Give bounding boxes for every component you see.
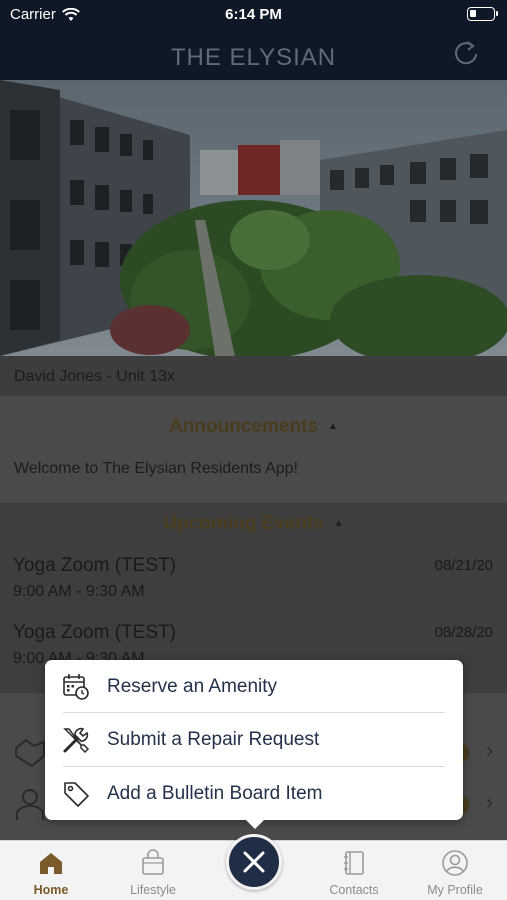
tab-lifestyle[interactable]: Lifestyle xyxy=(103,849,203,899)
collapse-caret-icon: ▲ xyxy=(333,518,344,530)
tab-label: Home xyxy=(33,883,69,897)
profile-icon xyxy=(442,850,468,876)
resident-unit-label: David Jones - Unit 13x xyxy=(0,356,507,396)
quick-action-menu: Reserve an Amenity Submit a Repair Reque… xyxy=(45,660,463,829)
chevron-right-icon: › xyxy=(486,792,493,814)
close-menu-button[interactable] xyxy=(226,834,282,890)
status-bar: Carrier 6:14 PM xyxy=(0,0,507,30)
shopping-bag-icon xyxy=(142,849,164,875)
announcements-title: Announcements xyxy=(169,416,318,437)
menu-item-label: Submit a Repair Request xyxy=(107,729,320,750)
tab-label: Contacts xyxy=(329,883,379,897)
event-date: 08/21/20 xyxy=(434,557,493,574)
calendar-clock-icon xyxy=(63,674,89,700)
menu-divider xyxy=(63,712,445,713)
person-icon xyxy=(16,789,44,820)
chevron-right-icon: › xyxy=(486,740,493,762)
announcement-text: Welcome to The Elysian Residents App! xyxy=(14,460,298,477)
hero-image xyxy=(0,80,507,356)
tools-icon xyxy=(63,727,90,754)
event-title: Yoga Zoom (TEST) xyxy=(13,622,176,643)
tab-contacts[interactable]: Contacts xyxy=(304,849,404,899)
tag-icon xyxy=(64,782,89,807)
contacts-book-icon xyxy=(344,851,364,875)
menu-item-bulletin-board[interactable]: Add a Bulletin Board Item xyxy=(45,768,463,820)
menu-divider xyxy=(63,766,445,767)
menu-item-label: Reserve an Amenity xyxy=(107,676,278,697)
event-time: 9:00 AM - 9:30 AM xyxy=(13,583,145,600)
menu-item-repair-request[interactable]: Submit a Repair Request xyxy=(45,714,463,766)
events-header[interactable]: Upcoming Events ▲ xyxy=(0,513,507,535)
menu-item-reserve-amenity[interactable]: Reserve an Amenity xyxy=(45,661,463,713)
tab-my-profile[interactable]: My Profile xyxy=(405,849,505,899)
close-icon xyxy=(243,851,265,873)
collapse-caret-icon: ▲ xyxy=(327,421,338,433)
events-title: Upcoming Events xyxy=(163,513,324,534)
building-courtyard-image xyxy=(0,80,507,356)
tab-home[interactable]: Home xyxy=(1,849,101,899)
home-icon xyxy=(40,853,62,874)
tab-label: Lifestyle xyxy=(130,883,176,897)
tab-label: My Profile xyxy=(427,883,483,897)
announcements-header[interactable]: Announcements ▲ xyxy=(0,416,507,438)
app-title: THE ELYSIAN xyxy=(170,44,337,71)
app-header: THE ELYSIAN xyxy=(0,30,507,80)
event-title: Yoga Zoom (TEST) xyxy=(13,555,176,576)
handshake-icon xyxy=(15,738,45,768)
battery-icon xyxy=(467,7,498,21)
status-time: 6:14 PM xyxy=(225,6,282,23)
menu-item-label: Add a Bulletin Board Item xyxy=(107,783,323,804)
refresh-icon[interactable] xyxy=(451,38,481,68)
event-date: 08/28/20 xyxy=(434,624,493,641)
